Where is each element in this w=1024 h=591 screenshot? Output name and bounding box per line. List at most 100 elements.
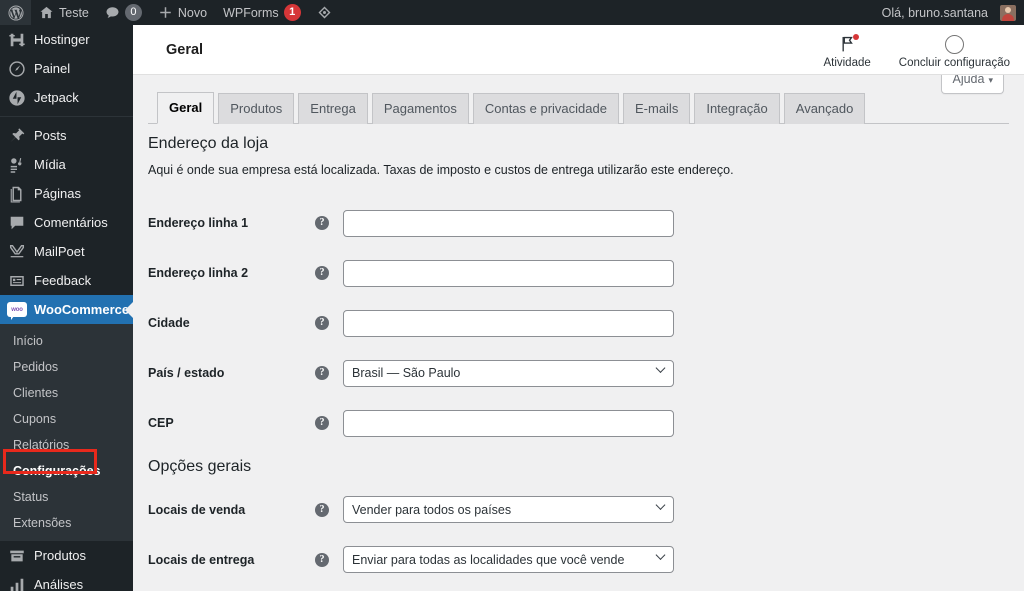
tab-integracao[interactable]: Integração [694,93,780,124]
help-tab-wrapper: Ajuda ▾ [941,75,1004,94]
help-tip-icon[interactable]: ? [315,552,329,567]
field-label: País / estado [148,366,225,381]
new-content-button[interactable]: Novo [150,0,215,25]
comment-bubble-icon [0,214,34,232]
progress-circle-icon [944,34,964,54]
help-tip-icon[interactable]: ? [315,366,329,381]
tab-produtos[interactable]: Produtos [218,93,295,124]
admin-sidebar-menu: Hostinger Painel Jetpack Posts Mídia Pág… [0,25,133,591]
tab-emails[interactable]: E-mails [622,93,691,124]
submenu-item-cupons[interactable]: Cupons [0,406,133,432]
settings-tabs: Geral Produtos Entrega Pagamentos Contas… [148,92,1009,124]
section-heading-store-address: Endereço da loja [148,135,269,152]
submenu-item-extensoes[interactable]: Extensões [0,510,133,536]
feedback-form-icon [0,272,34,290]
help-tip-icon[interactable]: ? [315,266,329,281]
extra-plugin-button[interactable] [309,0,340,25]
tab-entrega[interactable]: Entrega [298,93,368,124]
sidebar-item-label: Hostinger [34,32,90,47]
activity-label: Atividade [823,57,871,69]
pin-icon [0,127,34,145]
field-label: Cidade [148,316,190,331]
sidebar-item-label: Posts [34,128,67,143]
field-row-address-line-2: Endereço linha 2 ? [148,248,1009,298]
comments-button[interactable]: 0 [97,0,150,25]
submenu-item-relatorios[interactable]: Relatórios [0,432,133,458]
sidebar-item-label: MailPoet [34,244,85,259]
submenu-item-clientes[interactable]: Clientes [0,380,133,406]
field-label: Endereço linha 1 [148,216,249,231]
sidebar-item-jetpack[interactable]: Jetpack [0,83,133,112]
plus-icon [158,5,173,20]
shipping-locations-select[interactable]: Enviar para todas as localidades que voc… [343,546,674,574]
wpforms-label: WPForms [223,5,279,20]
sidebar-item-midia[interactable]: Mídia [0,150,133,179]
avatar [1000,4,1016,21]
comment-bubble-icon [105,5,120,20]
sidebar-item-produtos[interactable]: Produtos [0,541,133,570]
help-tip-icon[interactable]: ? [315,416,329,431]
sidebar-item-feedback[interactable]: Feedback [0,266,133,295]
finish-setup-button[interactable]: Concluir configuração [885,25,1024,75]
submenu-item-status[interactable]: Status [0,484,133,510]
field-row-default-customer-location: Localização padrão do cliente ? Região/p… [148,585,1009,591]
help-tip-icon[interactable]: ? [315,316,329,331]
tab-geral[interactable]: Geral [157,92,215,124]
address-line-2-input[interactable] [343,259,674,287]
sidebar-item-label: Feedback [34,273,92,288]
my-account-button[interactable]: Olá, bruno.santana [874,0,1024,25]
menu-separator [0,116,133,117]
sidebar-item-woocommerce[interactable]: woo WooCommerce [0,295,133,324]
comment-count-badge: 0 [124,4,142,21]
submenu-item-pedidos[interactable]: Pedidos [0,354,133,380]
sidebar-item-posts[interactable]: Posts [0,121,133,150]
sidebar-item-paginas[interactable]: Páginas [0,179,133,208]
finish-setup-label: Concluir configuração [898,57,1010,69]
address-line-1-input[interactable] [343,209,674,237]
submenu-item-configuracoes[interactable]: Configurações [0,458,133,484]
sidebar-item-painel[interactable]: Painel [0,54,133,83]
sidebar-item-mailpoet[interactable]: MailPoet [0,237,133,266]
field-row-shipping-locations: Locais de entrega ? Enviar para todas as… [148,535,1009,585]
sidebar-item-label: Mídia [34,157,66,172]
section-heading-general-options: Opções gerais [148,458,252,476]
home-icon [39,5,54,20]
page-header-actions: Atividade Concluir configuração [809,25,1024,75]
chevron-down-icon [655,549,666,560]
tab-contas-e-privacidade[interactable]: Contas e privacidade [472,93,619,124]
city-input[interactable] [343,309,674,337]
sidebar-item-analises[interactable]: Análises [0,570,133,591]
help-tip-icon[interactable]: ? [315,216,329,231]
new-content-label: Novo [177,5,208,20]
help-tip-icon[interactable]: ? [315,502,329,517]
submenu-item-inicio[interactable]: Início [0,328,133,354]
wpforms-button[interactable]: WPForms 1 [215,0,309,25]
country-state-select[interactable]: Brasil — São Paulo [343,359,674,387]
sidebar-item-label: Comentários [34,215,108,230]
section-description-store-address: Aqui é onde sua empresa está localizada.… [148,163,734,178]
wordpress-logo-icon [8,4,24,21]
tab-pagamentos[interactable]: Pagamentos [371,93,469,124]
woocommerce-icon: woo [0,302,34,320]
woocommerce-page-header: Geral Atividade Concluir configuração [133,25,1024,75]
site-name-label: Teste [59,5,89,20]
help-tab-button[interactable]: Ajuda ▾ [941,75,1004,94]
selling-locations-select[interactable]: Vender para todos os países [343,496,674,524]
sidebar-item-label: Análises [34,577,84,591]
sidebar-item-hostinger[interactable]: Hostinger [0,25,133,54]
country-state-value: Brasil — São Paulo [352,366,461,381]
field-row-country-state: País / estado ? Brasil — São Paulo [148,348,1009,398]
chevron-down-icon [655,363,666,374]
field-label: Locais de entrega [148,552,255,567]
postcode-input[interactable] [343,409,674,437]
tab-avancado[interactable]: Avançado [783,93,866,124]
flag-icon [838,34,860,54]
account-greeting: Olá, bruno.santana [881,5,988,20]
activity-notification-dot [853,34,860,40]
mailpoet-m-icon [0,243,34,261]
activity-panel-button[interactable]: Atividade [809,25,884,75]
wordpress-logo-button[interactable] [0,0,31,25]
sidebar-item-comentarios[interactable]: Comentários [0,208,133,237]
site-name-button[interactable]: Teste [31,0,97,25]
sidebar-item-label: Páginas [34,186,81,201]
